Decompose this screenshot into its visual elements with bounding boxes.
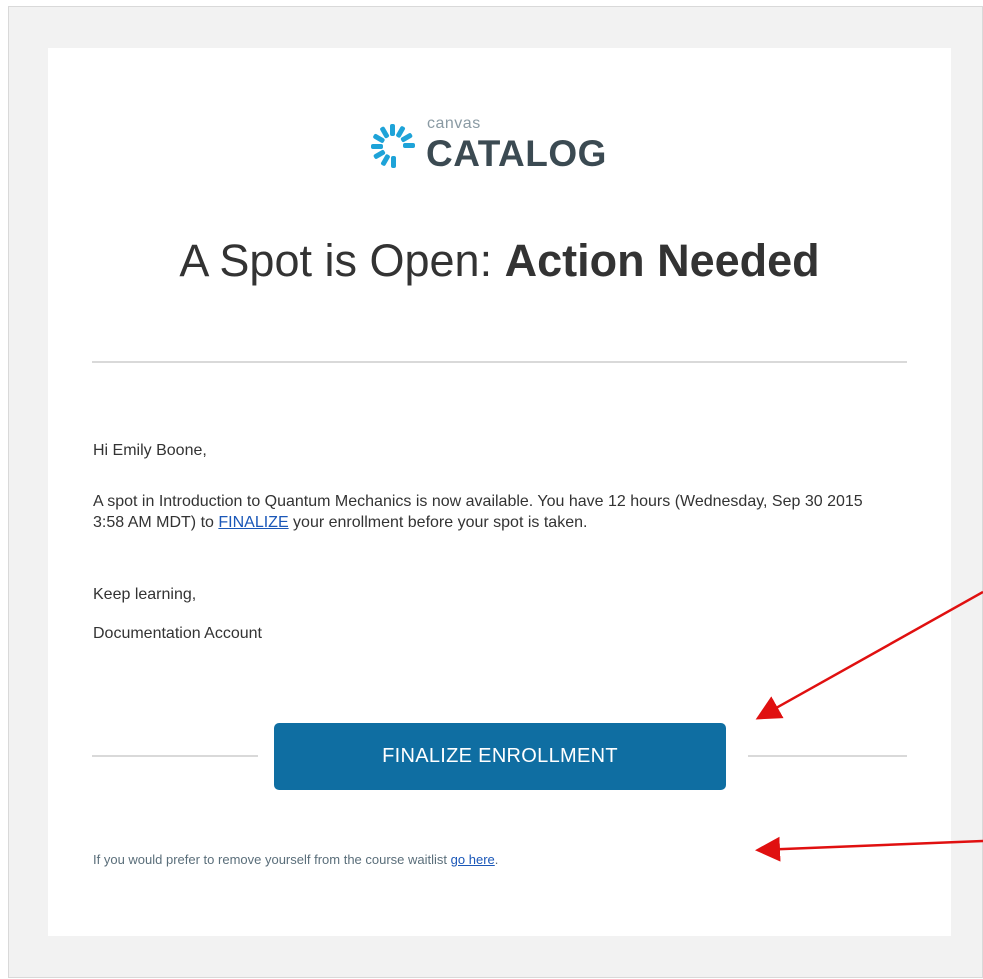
closing-line: Keep learning, xyxy=(93,586,197,603)
divider xyxy=(92,361,907,363)
email-card: canvas CATALOG A Spot is Open: Action Ne… xyxy=(48,48,951,936)
waitlist-removal-text: If you would prefer to remove yourself f… xyxy=(93,852,498,867)
footer-text-before: If you would prefer to remove yourself f… xyxy=(93,852,451,867)
headline-bold: Action Needed xyxy=(504,235,820,286)
finalize-link[interactable]: FINALIZE xyxy=(218,514,288,531)
canvas-catalog-logo: canvas CATALOG xyxy=(368,115,628,185)
email-message: A spot in Introduction to Quantum Mechan… xyxy=(93,491,883,533)
email-frame: canvas CATALOG A Spot is Open: Action Ne… xyxy=(8,6,983,978)
message-text-after: your enrollment before your spot is take… xyxy=(288,514,588,531)
email-headline: A Spot is Open: Action Needed xyxy=(48,235,951,287)
logo-catalog-text: CATALOG xyxy=(426,133,607,174)
canvas-logo-icon xyxy=(371,124,415,168)
go-here-link[interactable]: go here xyxy=(451,852,495,867)
button-divider-right xyxy=(748,755,907,757)
button-divider-left xyxy=(92,755,258,757)
signature: Documentation Account xyxy=(93,625,262,642)
greeting: Hi Emily Boone, xyxy=(93,442,207,459)
headline-regular: A Spot is Open: xyxy=(179,235,505,286)
footer-text-after: . xyxy=(494,852,499,867)
logo-canvas-text: canvas xyxy=(427,115,481,132)
finalize-enrollment-button[interactable]: FINALIZE ENROLLMENT xyxy=(274,723,726,790)
